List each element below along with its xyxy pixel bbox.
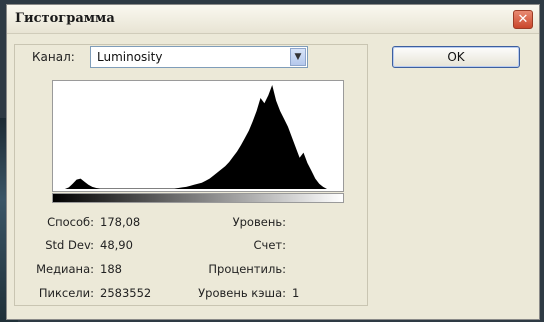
median-label: Медиана: (36, 262, 94, 276)
percentile-label: Процентиль: (208, 262, 286, 276)
channel-select[interactable]: Luminosity ▼ (90, 46, 308, 68)
level-label: Уровень: (232, 215, 286, 229)
title-bar[interactable]: Гистограмма ✕ (7, 5, 539, 34)
ok-button[interactable]: OK (392, 46, 520, 68)
stddev-value: 48,90 (100, 238, 133, 252)
mean-value: 178,08 (100, 215, 141, 229)
chevron-down-icon[interactable]: ▼ (290, 48, 306, 66)
cache-level-value: 1 (292, 286, 300, 300)
channel-label: Канал: (32, 50, 75, 64)
close-icon: ✕ (517, 12, 529, 27)
dialog-title: Гистограмма (15, 11, 115, 26)
histogram-area (61, 85, 327, 189)
count-label: Счет: (253, 238, 286, 252)
close-button[interactable]: ✕ (513, 10, 533, 29)
tonal-gradient-bar (52, 193, 344, 203)
median-value: 188 (100, 262, 122, 276)
pixels-value: 2583552 (100, 286, 152, 300)
channel-select-value: Luminosity (97, 50, 163, 64)
histogram-svg (61, 85, 327, 189)
mean-label: Способ: (47, 215, 94, 229)
histogram-chart (52, 80, 344, 192)
cache-level-label: Уровень кэша: (198, 286, 286, 300)
pixels-label: Пиксели: (38, 286, 94, 300)
stddev-label: Std Dev: (45, 238, 94, 252)
